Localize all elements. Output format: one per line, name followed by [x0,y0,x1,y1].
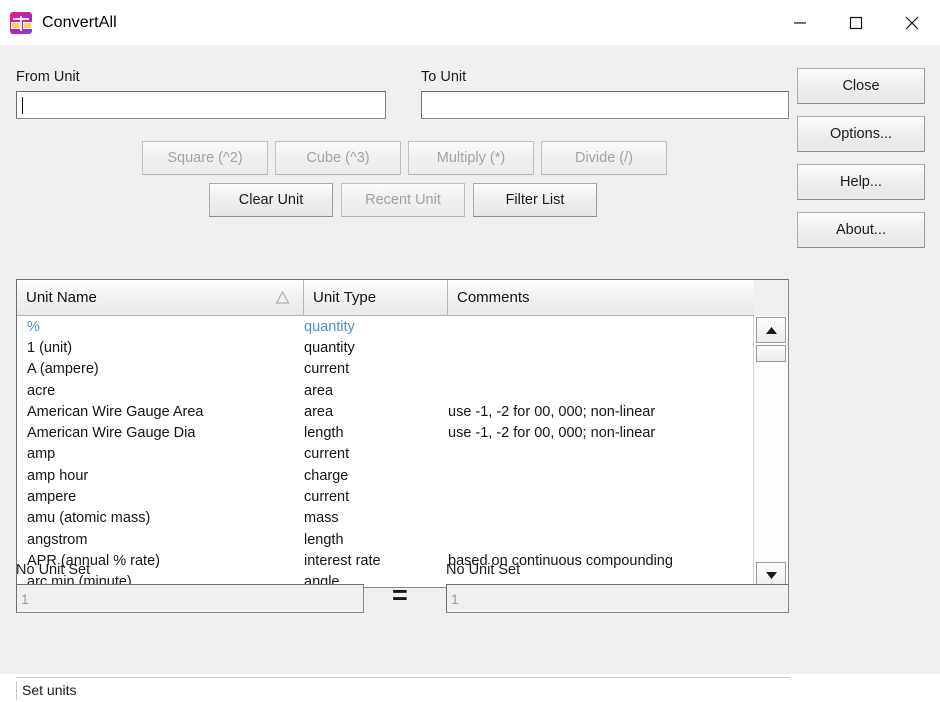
unit-name-cell: American Wire Gauge Dia [27,425,196,442]
status-bar-divider [16,681,17,700]
to-value-input[interactable]: 1 [446,584,789,613]
unit-list-row[interactable]: angstrom length [17,529,754,550]
close-dialog-button[interactable]: Close [797,68,925,104]
unit-comment-cell: use -1, -2 for 00, 000; non-linear [448,425,656,442]
unit-name-cell: amu (atomic mass) [27,510,151,527]
unit-name-cell: ampere [27,489,77,506]
equals-sign: = [392,580,408,610]
from-unit-label: From Unit [16,69,80,85]
unit-list-header: Unit Name Unit Type Comments [17,280,788,316]
unit-list-row[interactable]: APR (annual % rate) interest rate based on… [17,550,754,571]
unit-list-row[interactable]: amp hour charge [17,465,754,486]
unit-list-row[interactable]: amu (atomic mass) mass [17,508,754,529]
column-header-comments-label: Comments [457,289,530,306]
clear-unit-button[interactable]: Clear Unit [209,183,333,217]
to-unit-label: To Unit [421,69,467,85]
unit-type-cell: interest rate [304,552,381,569]
column-header-unit-name-label: Unit Name [26,289,97,306]
unit-name-cell: 1 (unit) [27,339,73,356]
unit-list-row[interactable]: American Wire Gauge Area area use -1, -2 f… [17,401,754,422]
column-header-unit-type[interactable]: Unit Type [304,280,448,316]
unit-list[interactable]: Unit Name Unit Type Comments % quantity 1 … [16,279,789,588]
cube-button[interactable]: Cube (^3) [275,141,401,175]
close-button[interactable] [884,0,940,45]
chevron-up-icon [765,326,777,334]
unit-type-cell: quantity [304,339,355,356]
recent-unit-button[interactable]: Recent Unit [341,183,465,217]
to-result-label: No Unit Set [446,562,521,578]
scrollbar-thumb[interactable] [756,345,786,362]
maximize-icon [849,16,863,29]
sort-ascending-icon [275,291,290,304]
unit-type-cell: current [304,446,350,463]
unit-name-cell: amp [27,446,56,463]
maximize-button[interactable] [828,0,884,45]
to-unit-input[interactable] [421,91,789,119]
window-title: ConvertAll [42,13,117,31]
unit-type-cell: mass [304,510,339,527]
unit-type-cell: length [304,425,344,442]
status-bar-text: Set units [22,682,77,698]
unit-name-cell: amp hour [27,467,89,484]
column-header-comments[interactable]: Comments [448,280,754,316]
client-area: From Unit To Unit Square (^2) Cube (^3) … [0,45,940,700]
status-bar: Set units [16,677,789,702]
from-result-label: No Unit Set [16,562,91,578]
column-header-unit-type-label: Unit Type [313,289,377,306]
unit-type-cell: current [304,489,350,506]
from-unit-input[interactable] [16,91,386,119]
unit-list-row[interactable]: amp current [17,444,754,465]
unit-list-row[interactable]: % quantity [17,316,754,337]
minimize-icon [794,21,806,24]
scroll-up-button[interactable] [756,317,786,343]
unit-list-row[interactable]: acre area [17,380,754,401]
unit-name-cell: angstrom [27,531,88,548]
about-button[interactable]: About... [797,212,925,248]
unit-list-row[interactable]: American Wire Gauge Dia length use -1, -2 … [17,422,754,443]
unit-list-row[interactable]: 1 (unit) quantity [17,337,754,358]
unit-list-row[interactable]: A (ampere) current [17,359,754,380]
unit-type-cell: charge [304,467,349,484]
unit-type-cell: quantity [304,318,355,335]
close-icon [905,16,919,29]
unit-type-cell: area [304,382,334,399]
scrollbar-track[interactable] [756,363,786,561]
unit-type-cell: current [304,361,350,378]
chevron-down-icon [765,571,777,579]
title-bar: ConvertAll [0,0,940,45]
square-button[interactable]: Square (^2) [142,141,268,175]
options-button[interactable]: Options... [797,116,925,152]
unit-name-cell: % [27,318,40,335]
minimize-button[interactable] [772,0,828,45]
balance-scale-icon [10,11,32,34]
unit-list-scrollbar[interactable] [753,316,788,587]
from-value-input[interactable]: 1 [16,584,364,613]
unit-list-row[interactable]: ampere current [17,486,754,507]
text-caret [22,96,23,114]
window-controls [772,0,940,45]
divide-button[interactable]: Divide (/) [541,141,667,175]
help-button[interactable]: Help... [797,164,925,200]
unit-comment-cell: use -1, -2 for 00, 000; non-linear [448,403,656,420]
unit-name-cell: A (ampere) [27,361,99,378]
multiply-button[interactable]: Multiply (*) [408,141,534,175]
unit-name-cell: acre [27,382,56,399]
convertall-window: ConvertAll From Unit To Unit Square (^2)… [0,0,940,700]
unit-type-cell: area [304,403,334,420]
unit-name-cell: American Wire Gauge Area [27,403,204,420]
unit-type-cell: length [304,531,344,548]
filter-list-button[interactable]: Filter List [473,183,597,217]
column-header-unit-name[interactable]: Unit Name [17,280,304,316]
unit-list-rows: % quantity 1 (unit) quantity A (ampere) curre… [17,316,754,587]
